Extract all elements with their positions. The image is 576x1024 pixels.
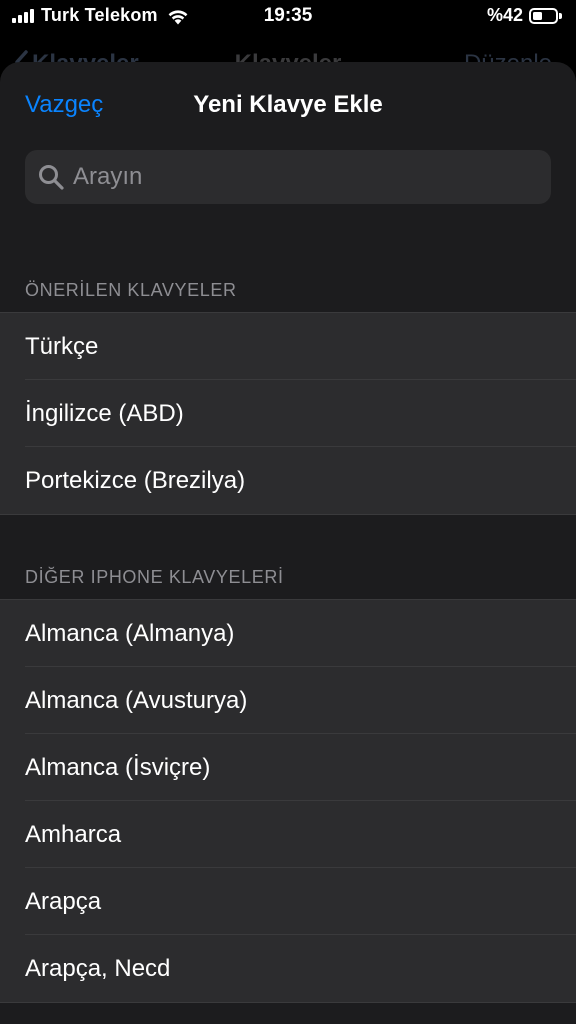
keyboard-label: Almanca (Almanya) — [25, 619, 235, 647]
keyboard-label: Arapça — [25, 887, 102, 915]
status-bar: Turk Telekom 19:35 %42 — [0, 0, 576, 34]
add-keyboard-sheet: Vazgeç Yeni Klavye Ekle ÖNERİLEN KLAVYEL… — [0, 62, 576, 1024]
keyboard-row-german-germany[interactable]: Almanca (Almanya) — [0, 600, 576, 667]
keyboard-label: İngilizce (ABD) — [25, 399, 184, 427]
keyboard-label: Almanca (Avusturya) — [25, 686, 248, 714]
suggested-keyboards-list: Türkçe İngilizce (ABD) Portekizce (Brezi… — [0, 312, 576, 515]
keyboard-row-arabic-najdi[interactable]: Arapça, Necd — [0, 935, 576, 1002]
section-header-suggested: ÖNERİLEN KLAVYELER — [25, 280, 237, 300]
keyboard-row-arabic[interactable]: Arapça — [0, 868, 576, 935]
sheet-title: Yeni Klavye Ekle — [193, 91, 383, 118]
battery-icon — [529, 7, 558, 24]
sheet-header: Vazgeç Yeni Klavye Ekle — [0, 62, 576, 148]
search-icon — [39, 165, 64, 190]
keyboard-row-turkish[interactable]: Türkçe — [0, 313, 576, 380]
search-bar[interactable] — [25, 150, 551, 204]
keyboard-row-german-switzerland[interactable]: Almanca (İsviçre) — [0, 734, 576, 801]
keyboard-label: Arapça, Necd — [25, 954, 171, 982]
keyboard-label: Amharca — [25, 820, 122, 848]
keyboard-row-english-us[interactable]: İngilizce (ABD) — [0, 380, 576, 447]
battery-percent: %42 — [486, 5, 523, 25]
search-input[interactable] — [73, 157, 513, 197]
keyboard-label: Portekizce (Brezilya) — [25, 466, 246, 494]
battery-cap — [559, 12, 562, 19]
keyboard-row-german-austria[interactable]: Almanca (Avusturya) — [0, 667, 576, 734]
section-header-other: DİĞER IPHONE KLAVYELERİ — [25, 567, 284, 587]
status-right: %42 — [487, 5, 562, 26]
keyboard-label: Almanca (İsviçre) — [25, 753, 211, 781]
keyboard-label: Türkçe — [25, 332, 99, 360]
battery-fill — [533, 11, 542, 20]
other-keyboards-list: Almanca (Almanya) Almanca (Avusturya) Al… — [0, 599, 576, 1003]
keyboard-row-portuguese-brazil[interactable]: Portekizce (Brezilya) — [0, 447, 576, 514]
keyboard-row-amharic[interactable]: Amharca — [0, 801, 576, 868]
